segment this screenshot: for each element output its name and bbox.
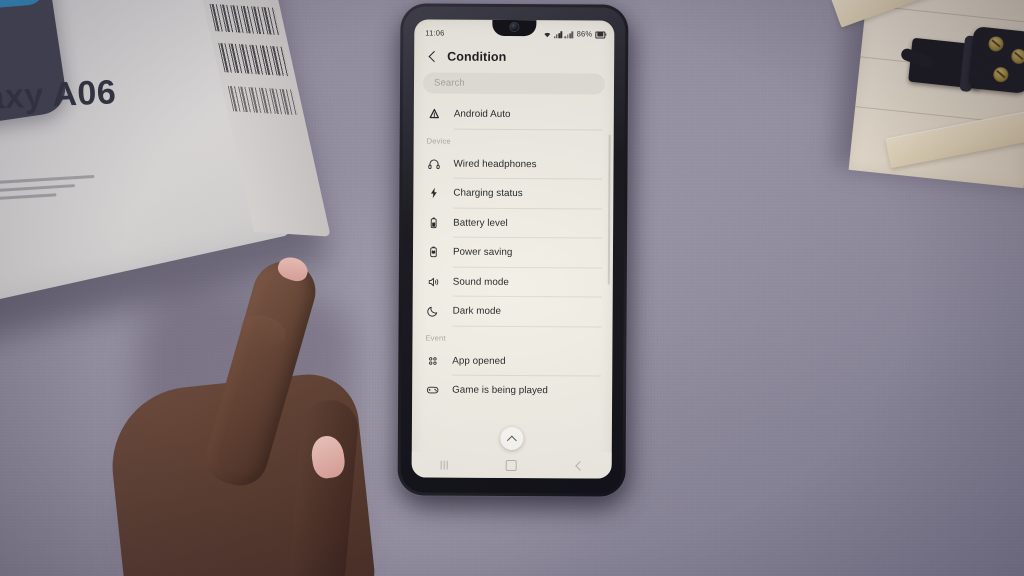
photo-scene: SAMSUNG Galaxy A06 <box>0 0 1024 576</box>
scene-vignette <box>0 0 1024 576</box>
